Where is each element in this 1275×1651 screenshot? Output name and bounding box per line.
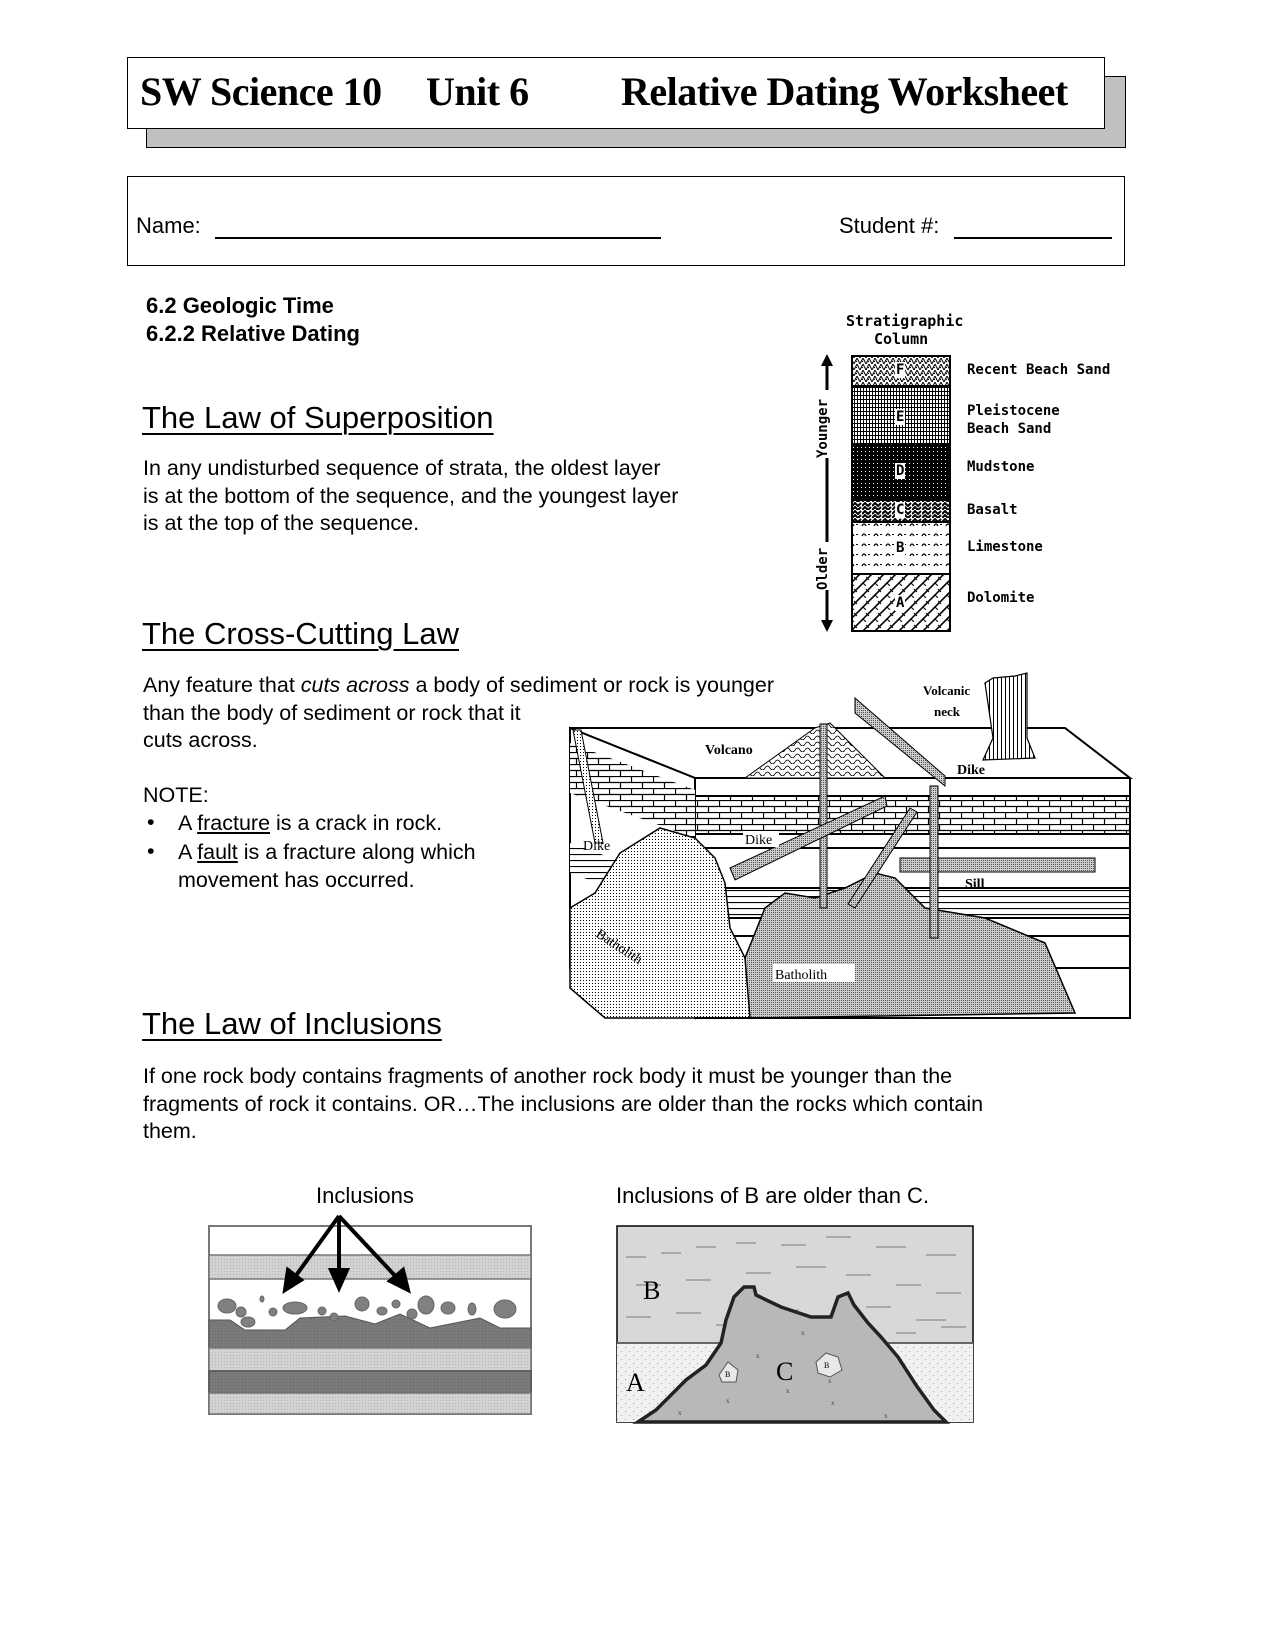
text-line: is at the bottom of the sequence, and th… [143, 483, 679, 508]
text-line: In any undisturbed sequence of strata, t… [143, 456, 661, 480]
cross-cutting-block-diagram: Volcano Volcanic neck Dike Dike Dike Sil… [569, 672, 1133, 1020]
svg-text:x: x [801, 1329, 805, 1337]
emphasis: cuts across [300, 673, 410, 697]
label-sill: Sill [965, 877, 985, 892]
label-a: A [626, 1368, 645, 1397]
layer-letter: D [895, 463, 906, 479]
inclusions-text: If one rock body contains fragments of a… [143, 1063, 983, 1146]
text-line: If one rock body contains fragments of a… [143, 1064, 953, 1088]
term-fracture: fracture [197, 811, 271, 835]
inclusions-figure-1 [208, 1214, 532, 1415]
figure1-caption: Inclusions [316, 1183, 414, 1208]
text-line: them. [143, 1119, 197, 1143]
label-volcano: Volcano [705, 743, 753, 758]
label-dike: Dike [583, 839, 610, 854]
label-dike: Dike [957, 763, 985, 778]
name-field[interactable] [215, 237, 661, 239]
svg-text:x: x [678, 1409, 682, 1417]
label-b: B [643, 1276, 660, 1305]
sill [899, 857, 1096, 873]
name-label: Name: [136, 213, 201, 238]
layer-letter: F [895, 362, 906, 378]
layer-letter: C [895, 502, 906, 518]
inclusions-title: The Law of Inclusions [142, 1006, 442, 1041]
cross-cutting-title: The Cross-Cutting Law [142, 616, 460, 651]
dike-right [929, 785, 939, 939]
volcanic-neck [982, 672, 1036, 761]
student-number-label: Student #: [839, 213, 940, 238]
layer-name: Beach Sand [967, 421, 1052, 437]
dike-vertical [819, 723, 828, 909]
bullet-icon: • [147, 810, 155, 834]
svg-text:x: x [884, 1412, 888, 1420]
svg-text:x: x [796, 1307, 800, 1315]
term-fault: fault [197, 840, 238, 864]
title-box: SW Science 10 Unit 6 Relative Dating Wor… [127, 57, 1105, 129]
label-c: C [776, 1357, 793, 1386]
layer-letter: A [895, 595, 906, 611]
worksheet-title: Relative Dating Worksheet [621, 69, 1068, 114]
figure2-caption: Inclusions of B are older than C. [616, 1183, 930, 1208]
section-heading: 6.2 Geologic Time [146, 293, 334, 318]
svg-text:x: x [831, 1399, 835, 1407]
unit-label: Unit 6 [426, 69, 529, 114]
layer-name: Dolomite [967, 590, 1035, 606]
layer-name: Recent Beach Sand [967, 362, 1111, 378]
svg-text:x: x [756, 1352, 760, 1360]
label-volcanic-neck: Volcanic [923, 683, 970, 698]
svg-text:x: x [828, 1377, 832, 1385]
label-inclusion: B [824, 1361, 829, 1370]
inclusions-figure-2: x x x x x x x x x B A C B B [616, 1225, 974, 1424]
layer-name: Basalt [967, 502, 1018, 518]
student-info-box: Name: Student #: [127, 176, 1125, 266]
layer-letter: B [895, 540, 906, 556]
layer-name: Limestone [967, 539, 1043, 555]
label-batholith: Batholith [775, 968, 827, 983]
label-dike: Dike [745, 833, 772, 848]
arrow-up-icon [821, 354, 833, 366]
label-inclusion: B [725, 1370, 730, 1379]
layer-letter: E [895, 409, 906, 425]
label-volcanic-neck: neck [934, 704, 961, 719]
course-name: SW Science 10 [140, 69, 382, 114]
text-line: fragments of rock it contains. OR…The in… [143, 1091, 984, 1116]
text-line: is at the top of the sequence. [143, 511, 420, 535]
student-number-field[interactable] [954, 237, 1112, 239]
svg-text:x: x [786, 1387, 790, 1395]
axis-younger: Younger [815, 398, 831, 458]
arrow-down-icon [821, 620, 833, 632]
axis-older: Older [815, 547, 831, 590]
bullet-icon: • [147, 839, 155, 863]
superposition-text: In any undisturbed sequence of strata, t… [143, 455, 678, 538]
stratigraphic-column-figure: Stratigraphic Column Younger Older F E D… [812, 310, 1132, 640]
layer-name: Pleistocene [967, 403, 1060, 419]
subsection-heading: 6.2.2 Relative Dating [146, 321, 360, 346]
layer-name: Mudstone [967, 459, 1035, 475]
svg-text:x: x [726, 1397, 730, 1405]
superposition-title: The Law of Superposition [142, 400, 494, 435]
